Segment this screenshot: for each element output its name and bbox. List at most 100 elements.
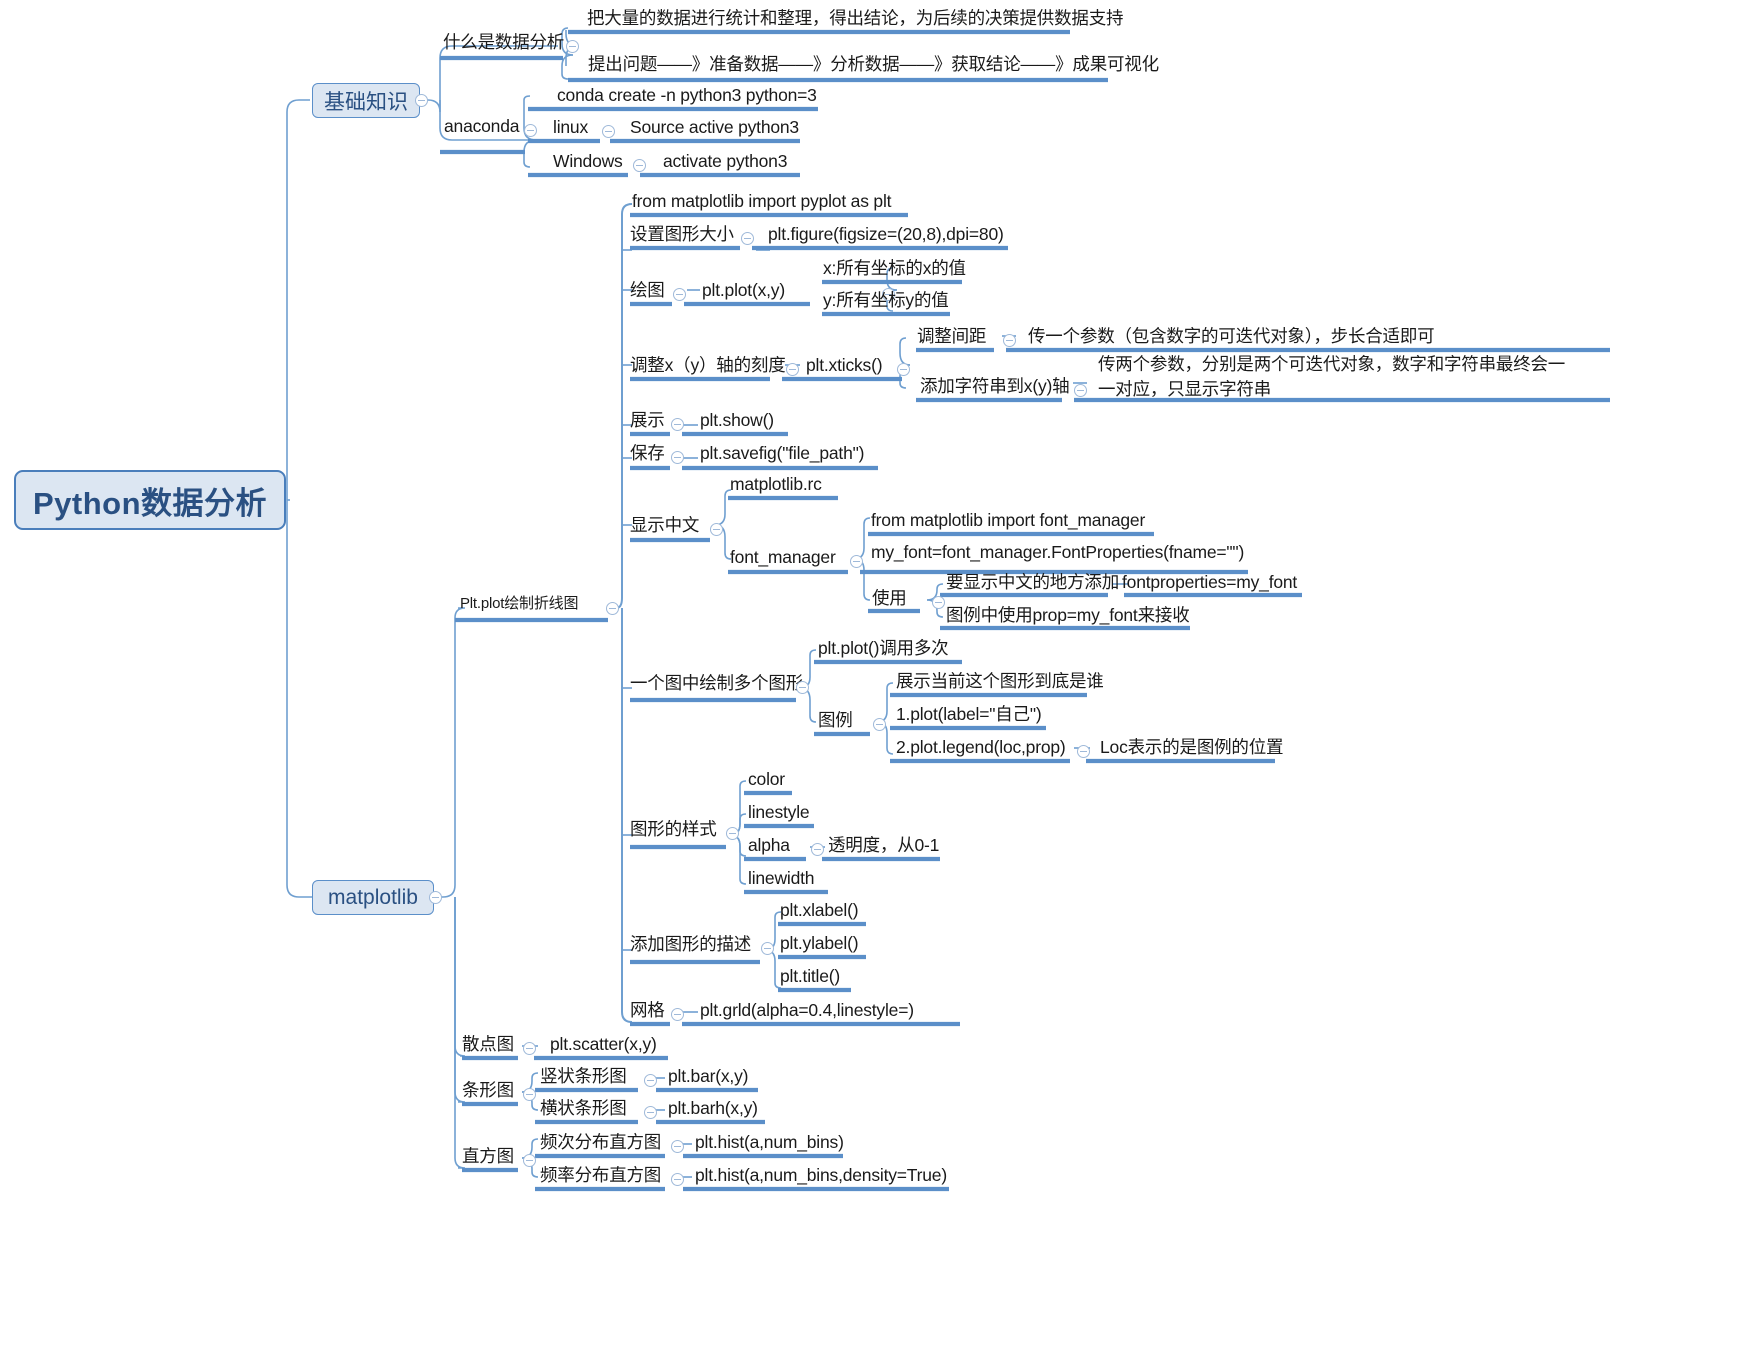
branch-node-matplotlib[interactable]: matplotlib xyxy=(312,880,434,915)
node-plot-called-multiple: plt.plot()调用多次 xyxy=(818,638,949,658)
toggle-grid[interactable] xyxy=(671,1008,684,1021)
toggle-save[interactable] xyxy=(671,451,684,464)
node-matplotlib-rc: matplotlib.rc xyxy=(730,474,822,494)
node-save[interactable]: 保存 xyxy=(630,443,665,465)
node-usage[interactable]: 使用 xyxy=(872,588,907,610)
toggle-what-is-data-analysis[interactable] xyxy=(566,40,579,53)
node-conda-create: conda create -n python3 python=3 xyxy=(557,85,817,105)
node-usage-add-fontproperties[interactable]: 要显示中文的地方添加 xyxy=(946,572,1119,594)
node-plt-ylabel: plt.ylabel() xyxy=(780,933,859,953)
node-legend-loc-desc: Loc表示的是图例的位置 xyxy=(1100,737,1284,757)
node-vertical-bar[interactable]: 竖状条形图 xyxy=(540,1066,627,1088)
toggle-adjust-axis-ticks[interactable] xyxy=(786,363,799,376)
node-show[interactable]: 展示 xyxy=(630,410,665,432)
node-fontproperties-value: fontproperties=my_font xyxy=(1122,572,1298,592)
toggle-font-manager[interactable] xyxy=(850,555,863,568)
toggle-figure-style[interactable] xyxy=(726,827,739,840)
toggle-add-string-to-axis[interactable] xyxy=(1074,384,1087,397)
node-vertical-bar-code: plt.bar(x,y) xyxy=(668,1066,749,1086)
toggle-basics[interactable] xyxy=(415,94,428,107)
toggle-legend-step2[interactable] xyxy=(1077,745,1090,758)
branch-node-basics[interactable]: 基础知识 xyxy=(312,83,420,118)
node-horizontal-bar-code: plt.barh(x,y) xyxy=(668,1098,758,1118)
node-frequency-count-histogram[interactable]: 频次分布直方图 xyxy=(540,1132,661,1154)
toggle-bar-chart[interactable] xyxy=(523,1088,536,1101)
toggle-histogram[interactable] xyxy=(523,1154,536,1167)
toggle-adjust-spacing[interactable] xyxy=(1003,334,1016,347)
node-linux-command: Source active python3 xyxy=(630,117,799,137)
node-draw[interactable]: 绘图 xyxy=(630,280,665,302)
node-style-alpha-desc: 透明度，从0-1 xyxy=(828,835,940,855)
node-add-figure-description[interactable]: 添加图形的描述 xyxy=(630,934,751,956)
node-import-pyplot: from matplotlib import pyplot as plt xyxy=(632,191,892,211)
node-font-manager[interactable]: font_manager xyxy=(730,547,836,569)
node-legend-desc: 展示当前这个图形到底是谁 xyxy=(896,671,1104,691)
node-grid[interactable]: 网格 xyxy=(630,1000,665,1022)
node-figure-code: plt.figure(figsize=(20,8),dpi=80) xyxy=(768,224,1004,244)
node-plt-xlabel: plt.xlabel() xyxy=(780,900,859,920)
toggle-plt-plot-line-chart[interactable] xyxy=(606,602,619,615)
node-figure-style[interactable]: 图形的样式 xyxy=(630,819,717,841)
root-node-label: Python数据分析 xyxy=(32,485,268,521)
node-legend[interactable]: 图例 xyxy=(818,710,853,732)
toggle-add-figure-description[interactable] xyxy=(761,942,774,955)
node-windows[interactable]: Windows xyxy=(553,151,623,173)
node-style-alpha[interactable]: alpha xyxy=(748,835,790,857)
node-bar-chart[interactable]: 条形图 xyxy=(462,1080,514,1102)
node-grid-code: plt.grld(alpha=0.4,linestyle=) xyxy=(700,1000,914,1020)
toggle-set-figure-size[interactable] xyxy=(741,232,754,245)
node-windows-command: activate python3 xyxy=(663,151,788,171)
node-frequency-rate-histogram[interactable]: 频率分布直方图 xyxy=(540,1165,661,1187)
node-plot-x: x:所有坐标的x的值 xyxy=(823,258,966,278)
node-plot-y: y:所有坐标y的值 xyxy=(823,290,949,310)
toggle-vertical-bar[interactable] xyxy=(644,1074,657,1087)
node-frequency-rate-code: plt.hist(a,num_bins,density=True) xyxy=(695,1165,947,1185)
node-linux[interactable]: linux xyxy=(553,117,588,139)
node-display-chinese[interactable]: 显示中文 xyxy=(630,515,699,537)
node-style-linestyle: linestyle xyxy=(748,802,810,822)
node-plot-code[interactable]: plt.plot(x,y) xyxy=(702,280,785,302)
node-plt-plot-line-chart[interactable]: Plt.plot绘制折线图 xyxy=(460,595,578,614)
toggle-horizontal-bar[interactable] xyxy=(644,1106,657,1119)
root-node[interactable]: Python数据分析 xyxy=(14,470,286,530)
toggle-usage[interactable] xyxy=(932,596,945,609)
node-add-string-desc: 传两个参数，分别是两个可迭代对象，数字和字符串最终会一一对应，只显示字符串 xyxy=(1098,354,1566,400)
mindmap-canvas: Python数据分析 基础知识 matplotlib 什么是数据分析 把大量的数… xyxy=(0,0,1764,1356)
node-plt-title: plt.title() xyxy=(780,966,841,986)
node-show-code: plt.show() xyxy=(700,410,774,430)
toggle-matplotlib[interactable] xyxy=(429,891,442,904)
node-legend-step2[interactable]: 2.plot.legend(loc,prop) xyxy=(896,737,1066,759)
node-font-manager-import: from matplotlib import font_manager xyxy=(871,510,1146,530)
node-scatter-chart[interactable]: 散点图 xyxy=(462,1034,514,1056)
toggle-multiple-plots[interactable] xyxy=(796,681,809,694)
node-what-is-data-analysis[interactable]: 什么是数据分析 xyxy=(443,32,564,54)
toggle-scatter-chart[interactable] xyxy=(523,1042,536,1055)
node-multiple-plots[interactable]: 一个图中绘制多个图形 xyxy=(630,673,803,695)
node-frequency-count-code: plt.hist(a,num_bins) xyxy=(695,1132,844,1152)
toggle-display-chinese[interactable] xyxy=(710,523,723,536)
node-add-string-to-axis[interactable]: 添加字符串到x(y)轴 xyxy=(920,376,1070,398)
toggle-frequency-rate-histogram[interactable] xyxy=(671,1173,684,1186)
node-anaconda[interactable]: anaconda xyxy=(444,116,519,138)
node-usage-legend-prop: 图例中使用prop=my_font来接收 xyxy=(946,605,1190,625)
node-xticks-code[interactable]: plt.xticks() xyxy=(806,355,883,377)
node-histogram[interactable]: 直方图 xyxy=(462,1146,514,1168)
node-horizontal-bar[interactable]: 横状条形图 xyxy=(540,1098,627,1120)
branch-node-basics-label: 基础知识 xyxy=(324,90,408,114)
node-adjust-spacing[interactable]: 调整间距 xyxy=(917,326,986,348)
toggle-draw[interactable] xyxy=(673,288,686,301)
node-set-figure-size[interactable]: 设置图形大小 xyxy=(630,224,734,246)
toggle-windows[interactable] xyxy=(633,159,646,172)
toggle-linux[interactable] xyxy=(602,125,615,138)
node-save-code: plt.savefig("file_path") xyxy=(700,443,865,463)
node-adjust-axis-ticks[interactable]: 调整x（y）轴的刻度 xyxy=(630,355,786,377)
toggle-xticks-code[interactable] xyxy=(897,363,910,376)
node-adjust-spacing-desc: 传一个参数（包含数字的可迭代对象），步长合适即可 xyxy=(1028,326,1435,346)
node-style-linewidth: linewidth xyxy=(748,868,815,888)
toggle-show[interactable] xyxy=(671,418,684,431)
toggle-legend[interactable] xyxy=(873,718,886,731)
branch-node-matplotlib-label: matplotlib xyxy=(328,885,418,909)
toggle-style-alpha[interactable] xyxy=(811,843,824,856)
toggle-anaconda[interactable] xyxy=(524,124,537,137)
toggle-frequency-count-histogram[interactable] xyxy=(671,1140,684,1153)
